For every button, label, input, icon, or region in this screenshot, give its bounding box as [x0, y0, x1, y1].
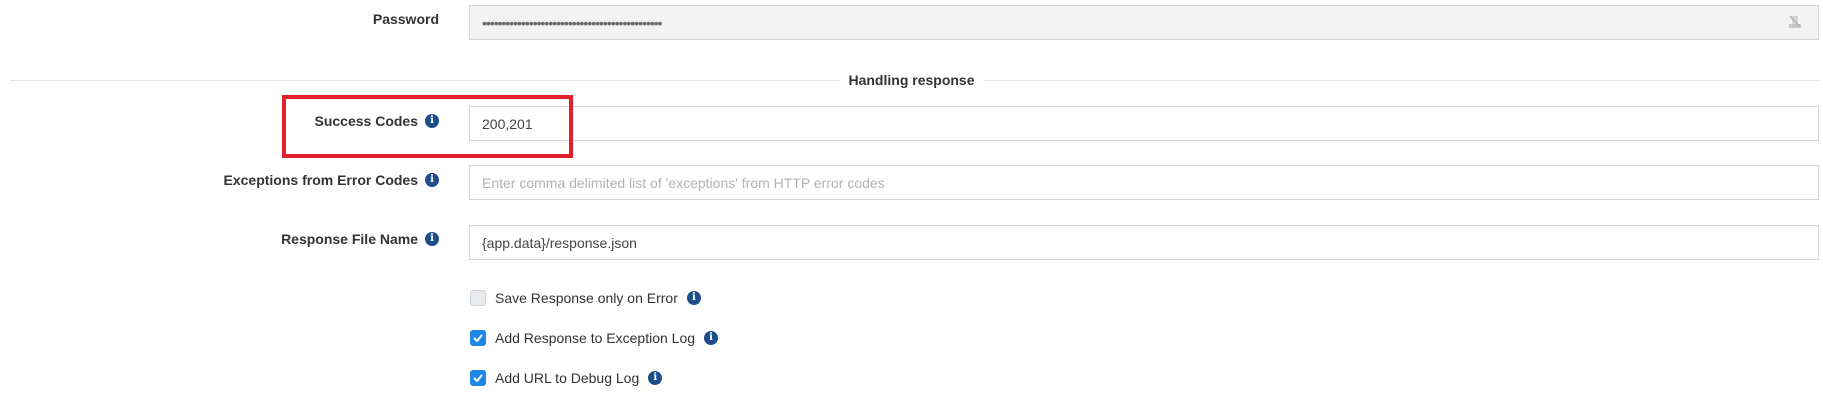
password-field[interactable]: ••••••••••••••••••••••••••••••••••••••••… [469, 5, 1819, 40]
response-file-label: Response File Name i [281, 231, 439, 247]
success-codes-label: Success Codes i [314, 113, 439, 129]
option-label: Add Response to Exception Log [495, 330, 696, 346]
response-file-input[interactable] [469, 225, 1819, 260]
eye-slash-icon[interactable] [1786, 13, 1804, 31]
option-label: Save Response only on Error [495, 290, 678, 306]
exceptions-label-text: Exceptions from Error Codes [223, 172, 419, 188]
option-add-response-to-exception-log[interactable]: Add Response to Exception Log i [470, 330, 719, 346]
password-label: Password [373, 11, 439, 27]
option-save-response-on-error[interactable]: Save Response only on Error i [470, 290, 701, 306]
info-icon[interactable]: i [425, 232, 439, 246]
exceptions-input[interactable] [469, 165, 1819, 200]
section-title-text: Handling response [840, 72, 983, 88]
section-title: Handling response [0, 72, 1823, 88]
success-codes-label-text: Success Codes [314, 113, 419, 129]
info-icon[interactable]: i [425, 173, 439, 187]
password-value: ••••••••••••••••••••••••••••••••••••••••… [482, 14, 662, 31]
option-add-url-to-debug-log[interactable]: Add URL to Debug Log i [470, 370, 663, 386]
option-label: Add URL to Debug Log [495, 370, 640, 386]
exceptions-label: Exceptions from Error Codes i [223, 172, 439, 188]
checkbox[interactable] [470, 290, 486, 306]
password-label-text: Password [372, 11, 439, 27]
http-request-settings-form: Password •••••••••••••••••••••••••••••••… [0, 0, 1823, 413]
info-icon[interactable]: i [648, 371, 663, 385]
info-icon[interactable]: i [425, 114, 439, 128]
checkbox[interactable] [470, 330, 486, 346]
checkbox[interactable] [470, 370, 486, 386]
success-codes-input[interactable] [469, 106, 1819, 141]
info-icon[interactable]: i [704, 331, 719, 345]
info-icon[interactable]: i [686, 291, 701, 305]
response-file-label-text: Response File Name [281, 231, 418, 247]
